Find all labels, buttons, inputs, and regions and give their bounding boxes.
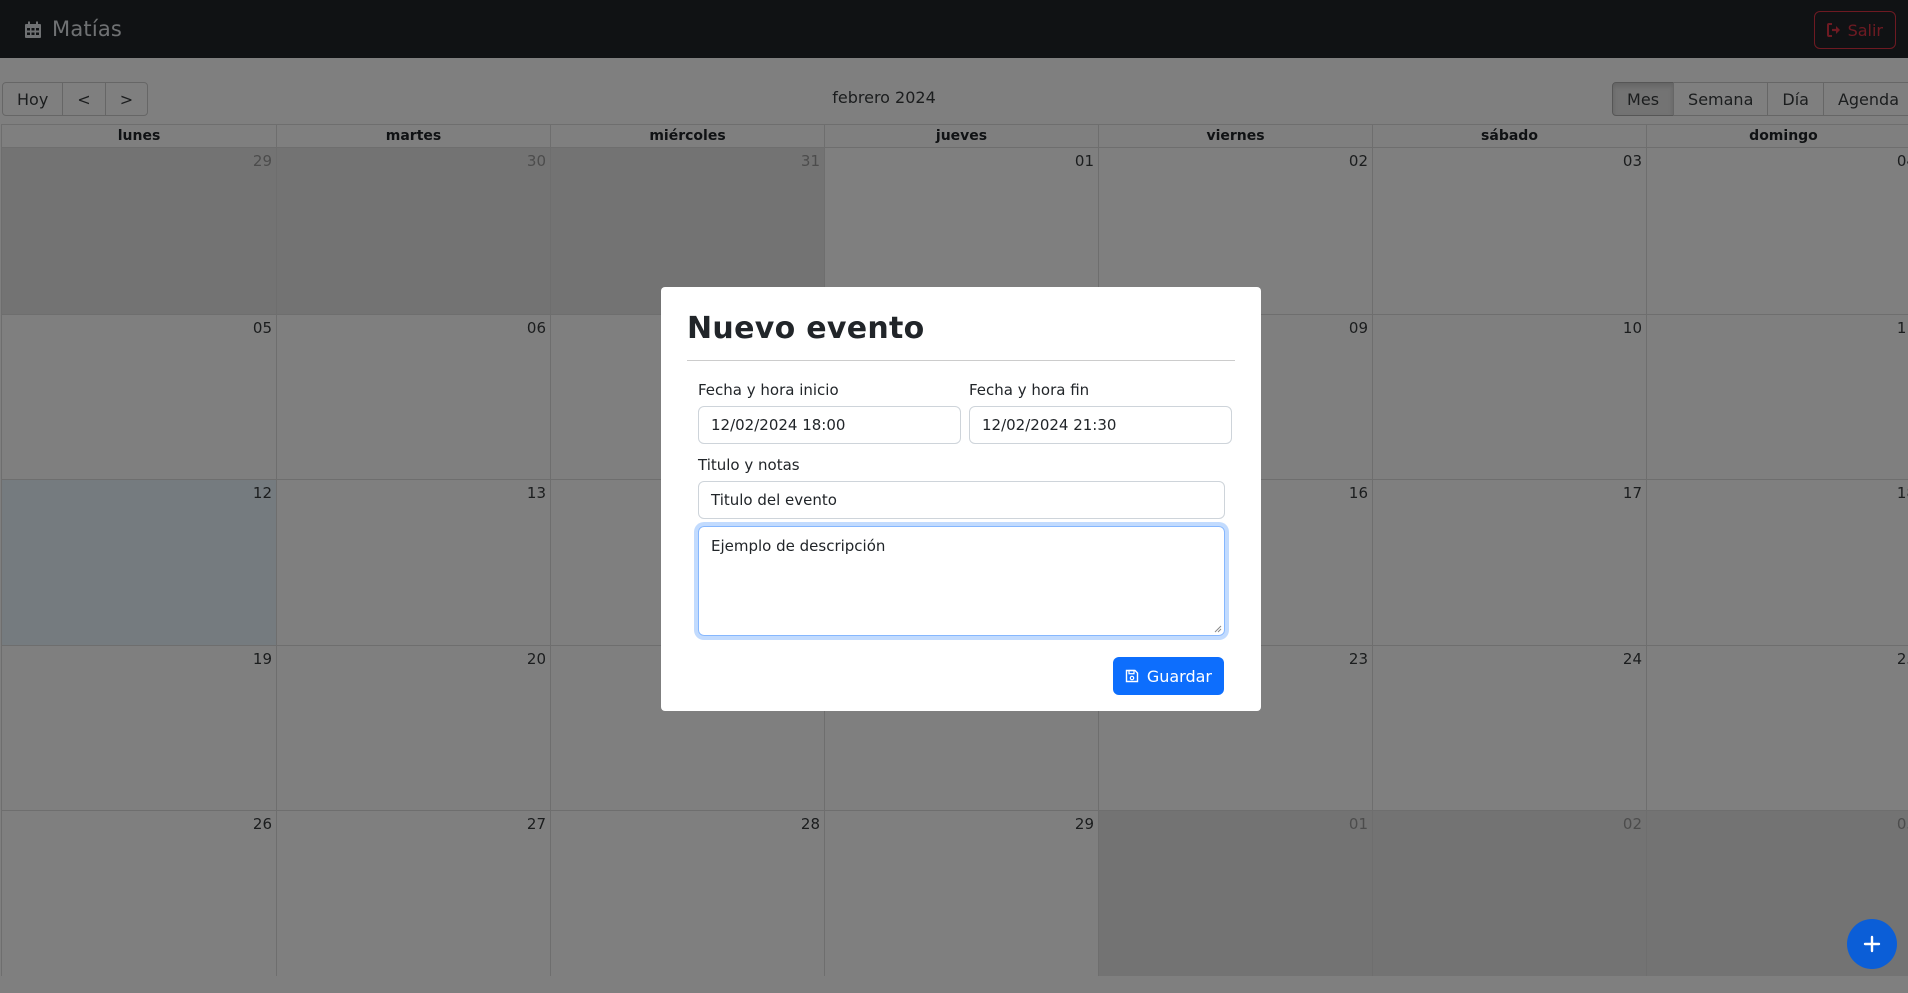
modal-title: Nuevo evento [687,311,1235,361]
start-datetime-input[interactable]: 12/02/2024 18:00 [698,406,961,444]
end-datetime-input[interactable]: 12/02/2024 21:30 [969,406,1232,444]
end-label: Fecha y hora fin [969,381,1090,399]
save-button[interactable]: Guardar [1112,657,1224,695]
plus-icon [1863,935,1881,953]
resize-handle-icon[interactable] [1214,625,1222,633]
save-label: Guardar [1146,666,1212,686]
event-notes-textarea[interactable]: Ejemplo de descripción [698,526,1225,636]
event-title-input[interactable]: Titulo del evento [698,481,1225,519]
start-label: Fecha y hora inicio [698,381,839,399]
title-notes-label: Titulo y notas [698,456,800,474]
date-row: Fecha y hora inicio 12/02/2024 18:00 Fec… [687,381,1235,444]
start-field: Fecha y hora inicio 12/02/2024 18:00 [698,381,961,444]
floppy-disk-icon [1125,669,1139,683]
title-notes-field: Titulo y notas Titulo del evento Ejemplo… [687,456,1225,636]
new-event-modal: Nuevo evento Fecha y hora inicio 12/02/2… [661,287,1261,711]
add-event-fab[interactable] [1847,919,1897,969]
end-field: Fecha y hora fin 12/02/2024 21:30 [969,381,1232,444]
notes-text: Ejemplo de descripción [711,537,886,555]
